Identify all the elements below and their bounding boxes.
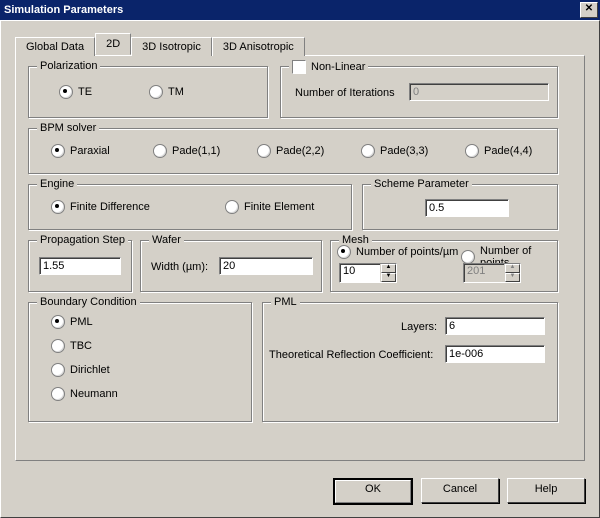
label-iterations: Number of Iterations [295, 87, 395, 99]
radio-te-label: TE [78, 86, 92, 98]
radio-pade11[interactable]: Pade(1,1) [153, 144, 220, 158]
input-mesh-per-um-value: 10 [340, 264, 380, 282]
label-pml-layers: Layers: [401, 321, 437, 333]
radio-fd-label: Finite Difference [70, 201, 150, 213]
input-mesh-per-um[interactable]: 10 ▲▼ [339, 263, 397, 283]
input-iterations: 0 [409, 83, 549, 101]
radio-paraxial-label: Paraxial [70, 145, 110, 157]
legend-boundary: Boundary Condition [37, 296, 140, 308]
dialog-client: Global Data 2D 3D Isotropic 3D Anisotrop… [0, 20, 600, 518]
legend-bpm: BPM solver [37, 122, 99, 134]
tab-global-data[interactable]: Global Data [15, 37, 95, 56]
radio-bc-dirichlet-label: Dirichlet [70, 364, 110, 376]
input-mesh-count: 201 ▲▼ [463, 263, 521, 283]
radio-fe-label: Finite Element [244, 201, 314, 213]
radio-pade33[interactable]: Pade(3,3) [361, 144, 428, 158]
group-pml: PML Layers: 6 Theoretical Reflection Coe… [262, 302, 558, 422]
group-engine: Engine Finite Difference Finite Element [28, 184, 352, 230]
radio-dot-icon [153, 144, 167, 158]
radio-dot-icon [51, 339, 65, 353]
radio-dot-icon [51, 144, 65, 158]
legend-scheme: Scheme Parameter [371, 178, 472, 190]
group-bpm-solver: BPM solver Paraxial Pade(1,1) Pade(2,2) … [28, 128, 558, 174]
radio-dot-icon [59, 85, 73, 99]
radio-dot-icon [337, 245, 351, 259]
radio-dot-icon [225, 200, 239, 214]
radio-mesh-per-um[interactable]: Number of points/µm [337, 245, 458, 259]
radio-pade22-label: Pade(2,2) [276, 145, 324, 157]
tab-strip: Global Data 2D 3D Isotropic 3D Anisotrop… [15, 35, 585, 55]
group-wafer: Wafer Width (µm): 20 [140, 240, 322, 292]
radio-dot-icon [51, 387, 65, 401]
radio-mesh-per-um-label: Number of points/µm [356, 246, 458, 258]
radio-dot-icon [149, 85, 163, 99]
radio-dot-icon [51, 363, 65, 377]
tab-2d[interactable]: 2D [95, 33, 131, 55]
close-icon[interactable]: ✕ [580, 2, 598, 18]
radio-dot-icon [361, 144, 375, 158]
group-propagation-step: Propagation Step 1.55 [28, 240, 132, 292]
radio-pade11-label: Pade(1,1) [172, 145, 220, 157]
dialog-buttons: OK Cancel Help [333, 478, 585, 505]
radio-tm[interactable]: TM [149, 85, 184, 99]
spinner-arrows-icon[interactable]: ▲▼ [380, 264, 396, 282]
radio-dot-icon [51, 315, 65, 329]
radio-dot-icon [257, 144, 271, 158]
checkbox-box-icon [292, 60, 306, 74]
radio-finite-element[interactable]: Finite Element [225, 200, 314, 214]
radio-finite-difference[interactable]: Finite Difference [51, 200, 150, 214]
legend-engine: Engine [37, 178, 77, 190]
radio-bc-pml[interactable]: PML [51, 315, 93, 329]
radio-pade44-label: Pade(4,4) [484, 145, 532, 157]
checkbox-nonlinear[interactable]: Non-Linear [289, 60, 368, 74]
radio-bc-dirichlet[interactable]: Dirichlet [51, 363, 110, 377]
group-polarization: Polarization TE TM [28, 66, 268, 118]
legend-pml: PML [271, 296, 300, 308]
input-pml-trc[interactable]: 1e-006 [445, 345, 545, 363]
input-propagation-step[interactable]: 1.55 [39, 257, 121, 275]
input-pml-layers[interactable]: 6 [445, 317, 545, 335]
tab-3d-anisotropic[interactable]: 3D Anisotropic [212, 37, 305, 56]
radio-dot-icon [51, 200, 65, 214]
checkbox-nonlinear-label: Non-Linear [311, 61, 365, 73]
radio-pade44[interactable]: Pade(4,4) [465, 144, 532, 158]
group-boundary-condition: Boundary Condition PML TBC Dirichlet Neu… [28, 302, 252, 422]
radio-tm-label: TM [168, 86, 184, 98]
tab-3d-isotropic[interactable]: 3D Isotropic [131, 37, 212, 56]
ok-button[interactable]: OK [333, 478, 413, 505]
radio-bc-pml-label: PML [70, 316, 93, 328]
group-nonlinear: Non-Linear Number of Iterations 0 [280, 66, 558, 118]
radio-bc-neumann[interactable]: Neumann [51, 387, 118, 401]
label-pml-trc: Theoretical Reflection Coefficient: [269, 349, 433, 361]
help-button[interactable]: Help [507, 478, 585, 503]
tab-page-2d: Polarization TE TM Non-Linear Number of … [15, 55, 585, 461]
radio-bc-neumann-label: Neumann [70, 388, 118, 400]
title-bar: Simulation Parameters ✕ [0, 0, 600, 20]
window-title: Simulation Parameters [4, 4, 123, 16]
group-scheme-parameter: Scheme Parameter 0.5 [362, 184, 558, 230]
radio-paraxial[interactable]: Paraxial [51, 144, 110, 158]
input-wafer-width[interactable]: 20 [219, 257, 313, 275]
legend-wafer: Wafer [149, 234, 184, 246]
legend-prop: Propagation Step [37, 234, 128, 246]
radio-pade33-label: Pade(3,3) [380, 145, 428, 157]
radio-pade22[interactable]: Pade(2,2) [257, 144, 324, 158]
radio-te[interactable]: TE [59, 85, 92, 99]
spinner-arrows-icon: ▲▼ [504, 264, 520, 282]
legend-polarization: Polarization [37, 60, 100, 72]
group-mesh: Mesh Number of points/µm Number of point… [330, 240, 558, 292]
radio-bc-tbc[interactable]: TBC [51, 339, 92, 353]
radio-dot-icon [461, 250, 475, 264]
cancel-button[interactable]: Cancel [421, 478, 499, 503]
radio-dot-icon [465, 144, 479, 158]
radio-bc-tbc-label: TBC [70, 340, 92, 352]
ok-button-label: OK [335, 480, 411, 503]
label-wafer-width: Width (µm): [151, 261, 208, 273]
input-scheme-parameter[interactable]: 0.5 [425, 199, 509, 217]
input-mesh-count-value: 201 [464, 264, 504, 282]
